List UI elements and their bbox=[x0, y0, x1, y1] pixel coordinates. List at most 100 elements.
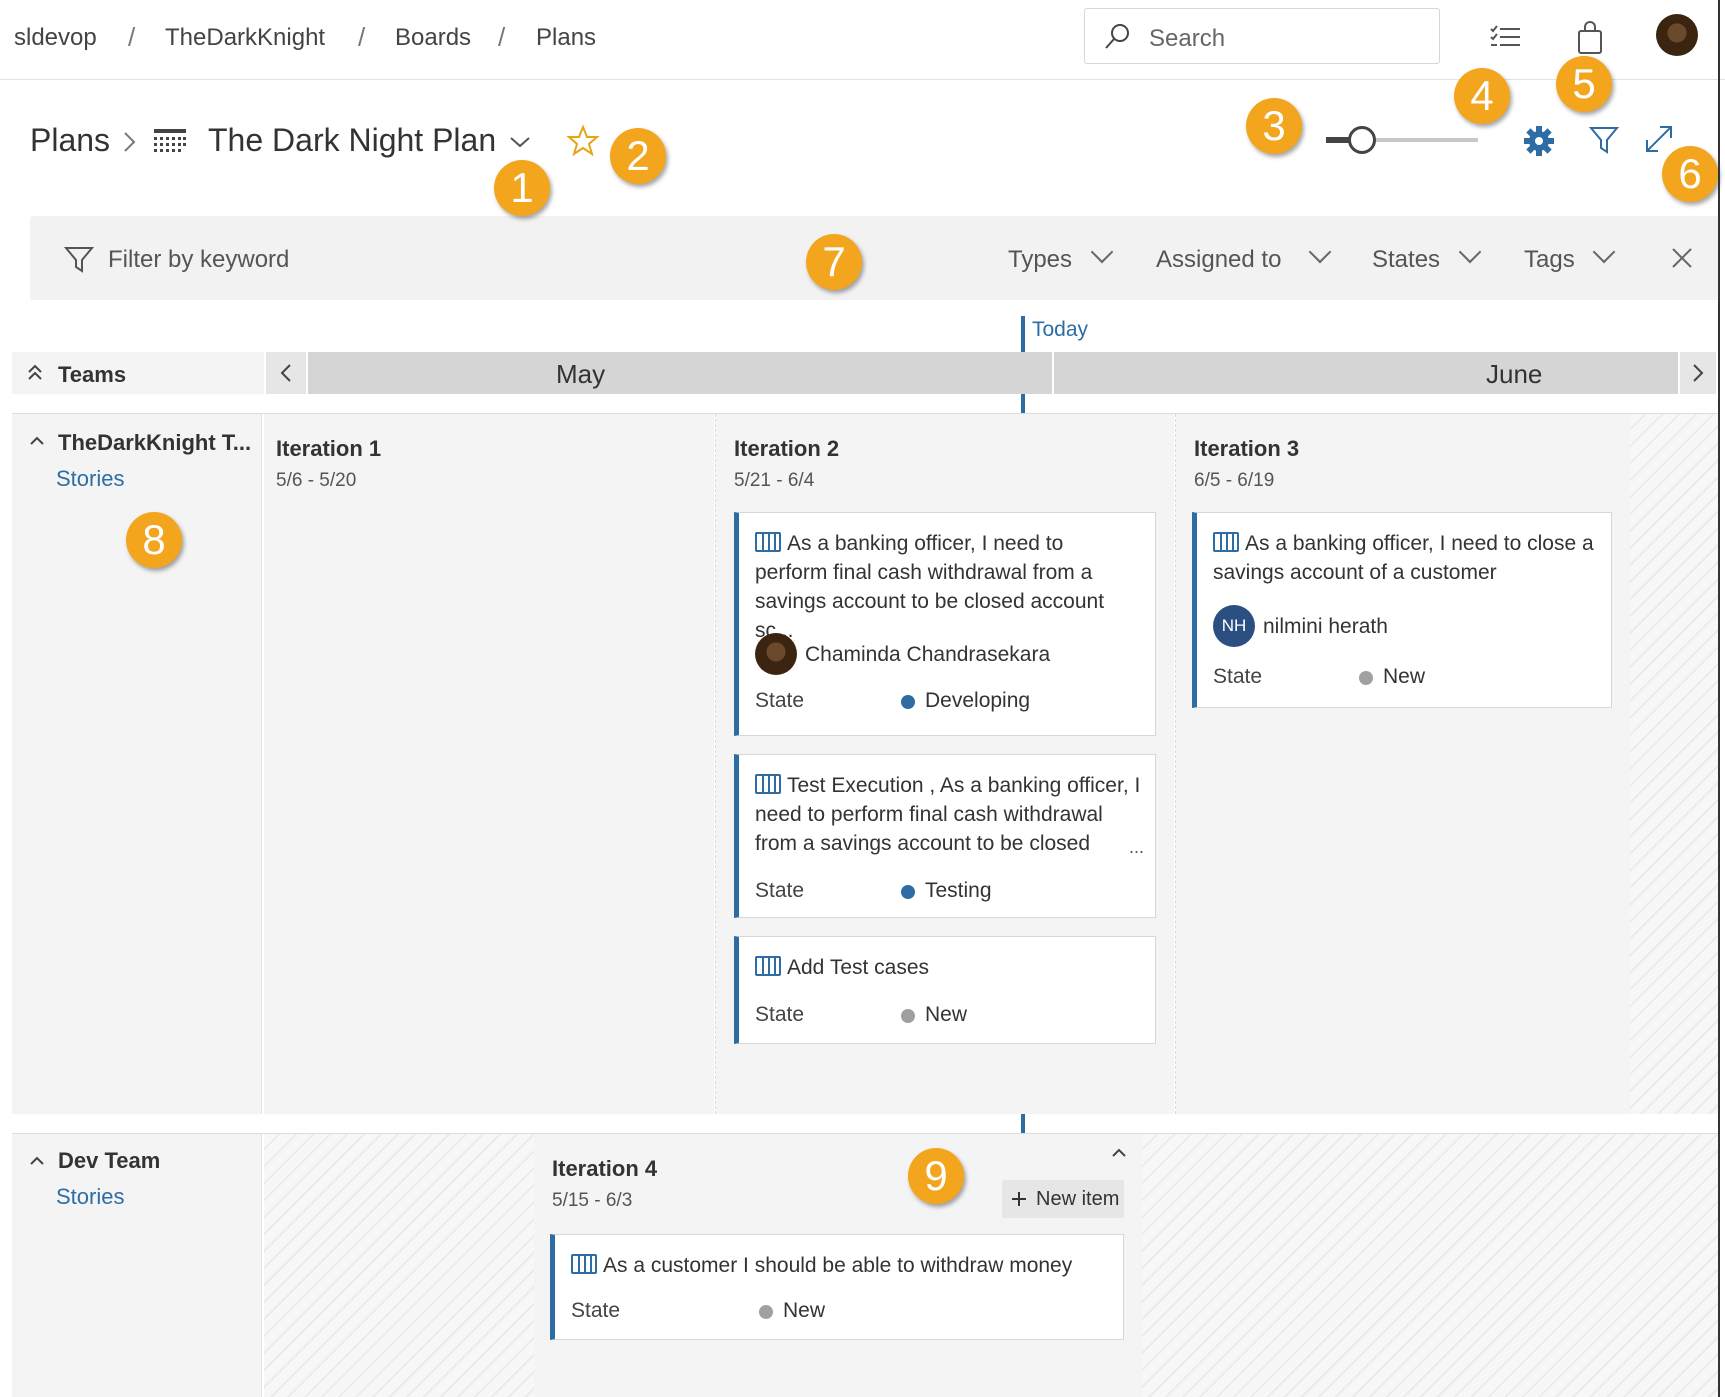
teams-header[interactable]: Teams bbox=[12, 352, 264, 394]
breadcrumb-boards[interactable]: Boards bbox=[395, 24, 471, 52]
assignee-name[interactable]: nilmini herath bbox=[1263, 615, 1388, 639]
breadcrumb-separator: / bbox=[358, 22, 366, 52]
breadcrumb-organization[interactable]: sldevop bbox=[14, 24, 97, 52]
team-backlog-link[interactable]: Stories bbox=[56, 466, 124, 492]
user-story-book-icon bbox=[571, 1254, 597, 1274]
callout-badge: 4 bbox=[1454, 68, 1510, 124]
chevron-right-icon bbox=[1693, 364, 1704, 382]
state-field-label: State bbox=[1213, 665, 1263, 688]
plan-calendar-icon bbox=[154, 129, 186, 152]
assignee-name[interactable]: Chaminda Chandrasekara bbox=[805, 643, 1050, 667]
callout-badge: 7 bbox=[806, 234, 862, 290]
state-field-label: State bbox=[571, 1299, 621, 1322]
collapse-iteration-chevron-icon[interactable] bbox=[1110, 1146, 1128, 1160]
iteration-title: Iteration 4 bbox=[552, 1156, 658, 1181]
team-name: Dev Team bbox=[58, 1148, 161, 1173]
tags-dropdown[interactable]: Tags bbox=[1524, 246, 1575, 274]
plan-dropdown-chevron-icon[interactable] bbox=[508, 134, 532, 150]
teams-header-label: Teams bbox=[58, 362, 127, 387]
team-row-header-dev-team: Dev Team Stories bbox=[12, 1134, 262, 1397]
plus-icon bbox=[1012, 1192, 1026, 1206]
chevron-down-icon bbox=[1308, 240, 1332, 264]
work-item-card[interactable]: Add Test cases State New bbox=[734, 936, 1156, 1044]
no-iteration-area bbox=[1142, 1134, 1718, 1397]
zoom-slider-thumb[interactable] bbox=[1348, 126, 1376, 154]
filter-keyword-input[interactable]: Filter by keyword bbox=[108, 246, 289, 274]
shopping-bag-icon[interactable] bbox=[1572, 20, 1608, 56]
breadcrumb-project[interactable]: TheDarkKnight bbox=[165, 24, 325, 52]
iteration-1-column: Iteration 1 5/6 - 5/20 bbox=[264, 414, 714, 1114]
user-story-book-icon bbox=[1213, 532, 1239, 552]
state-indicator-dot bbox=[901, 695, 915, 709]
iteration-dates: 5/15 - 6/3 bbox=[552, 1190, 633, 1211]
collapse-team-chevron-icon[interactable] bbox=[28, 434, 46, 448]
filter-icon bbox=[64, 247, 94, 273]
callout-badge: 2 bbox=[610, 128, 666, 184]
iteration-title: Iteration 3 bbox=[1194, 436, 1300, 461]
chevron-down-icon bbox=[1090, 240, 1114, 264]
no-iteration-area bbox=[264, 1134, 534, 1397]
today-marker-line bbox=[1021, 1114, 1025, 1134]
work-item-title: Add Test cases bbox=[755, 953, 1141, 982]
filter-toggle-icon[interactable] bbox=[1588, 124, 1620, 156]
more-text-ellipsis: ... bbox=[1129, 837, 1145, 857]
breadcrumb-plans[interactable]: Plans bbox=[536, 24, 596, 52]
plan-title: The Dark Night Plan bbox=[208, 122, 497, 158]
states-dropdown[interactable]: States bbox=[1372, 246, 1440, 274]
new-item-button[interactable]: New item bbox=[1002, 1180, 1124, 1218]
callout-badge: 5 bbox=[1556, 56, 1612, 112]
work-item-card[interactable]: As a customer I should be able to withdr… bbox=[550, 1234, 1124, 1340]
timeline-prev-button[interactable] bbox=[266, 352, 306, 394]
today-marker-line bbox=[1021, 394, 1025, 414]
breadcrumb-separator: / bbox=[498, 22, 506, 52]
iteration-dates: 5/6 - 5/20 bbox=[276, 470, 357, 491]
month-label-may: May bbox=[556, 359, 606, 389]
iteration-title: Iteration 1 bbox=[276, 436, 382, 461]
month-label-june: June bbox=[1486, 359, 1543, 389]
state-value[interactable]: New bbox=[783, 1299, 825, 1323]
callout-badge: 8 bbox=[126, 512, 182, 568]
chevron-down-icon bbox=[1592, 240, 1616, 264]
clear-filter-close-icon[interactable] bbox=[1670, 246, 1694, 270]
work-item-card[interactable]: As a banking officer, I need to perform … bbox=[734, 512, 1156, 736]
iteration-dates: 6/5 - 6/19 bbox=[1194, 470, 1275, 491]
work-item-card[interactable]: Test Execution , As a banking officer, I… bbox=[734, 754, 1156, 918]
user-story-book-icon bbox=[755, 774, 781, 794]
assigned-to-dropdown[interactable]: Assigned to bbox=[1156, 246, 1281, 274]
state-value[interactable]: New bbox=[1383, 665, 1425, 689]
team-name: TheDarkKnight T... bbox=[58, 430, 252, 455]
team-backlog-link[interactable]: Stories bbox=[56, 1184, 124, 1210]
state-value[interactable]: New bbox=[925, 1003, 967, 1027]
work-item-title: Test Execution , As a banking officer, I… bbox=[755, 774, 1141, 855]
work-item-card[interactable]: As a banking officer, I need to close a … bbox=[1192, 512, 1612, 708]
callout-badge: 6 bbox=[1662, 146, 1718, 202]
chevron-left-icon bbox=[280, 364, 291, 382]
top-navigation-bar: sldevop / TheDarkKnight / Boards / Plans… bbox=[0, 0, 1725, 80]
month-header-june bbox=[1054, 352, 1678, 394]
state-field-label: State bbox=[755, 689, 805, 712]
chevron-right-icon bbox=[124, 132, 136, 152]
types-dropdown[interactable]: Types bbox=[1008, 246, 1072, 274]
section-title-plans[interactable]: Plans bbox=[30, 122, 110, 159]
state-indicator-dot bbox=[759, 1305, 773, 1319]
fullscreen-expand-icon[interactable] bbox=[1642, 122, 1676, 156]
collapse-team-chevron-icon[interactable] bbox=[28, 1154, 46, 1168]
user-story-book-icon bbox=[755, 956, 781, 976]
assignee-initials-avatar: NH bbox=[1213, 605, 1255, 647]
iteration-dates: 5/21 - 6/4 bbox=[734, 470, 815, 491]
work-items-list-icon[interactable] bbox=[1488, 20, 1524, 56]
chevron-down-icon bbox=[1458, 240, 1482, 264]
work-item-title: As a banking officer, I need to close a … bbox=[1213, 532, 1594, 584]
timeline-next-button[interactable] bbox=[1680, 352, 1716, 394]
state-value[interactable]: Developing bbox=[925, 689, 1030, 713]
search-box[interactable]: Search bbox=[1084, 8, 1440, 64]
filter-bar: Filter by keyword Types Assigned to Stat… bbox=[30, 216, 1720, 300]
state-field-label: State bbox=[755, 879, 805, 902]
settings-gear-icon[interactable] bbox=[1522, 124, 1556, 158]
state-indicator-dot bbox=[901, 1009, 915, 1023]
user-avatar[interactable] bbox=[1656, 14, 1698, 56]
state-value[interactable]: Testing bbox=[925, 879, 992, 903]
callout-badge: 1 bbox=[494, 160, 550, 216]
favorite-star-icon[interactable] bbox=[566, 124, 600, 158]
search-placeholder: Search bbox=[1149, 25, 1226, 52]
